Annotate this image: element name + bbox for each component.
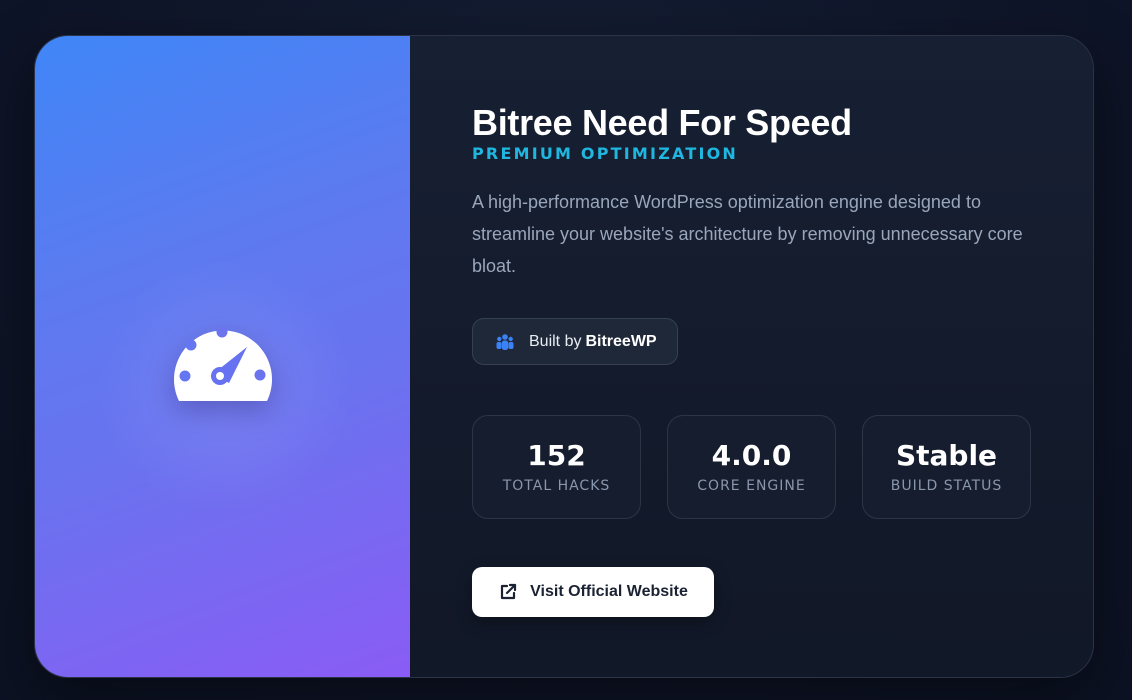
author-prefix: Built by [529,332,582,350]
stat-card-core-engine: 4.0.0 CORE ENGINE [667,415,836,519]
external-link-icon [498,582,518,602]
author-label: Built by BitreeWP [529,333,657,351]
author-name: BitreeWP [585,332,657,350]
stat-value: 4.0.0 [711,439,792,472]
product-title: Bitree Need For Speed [472,102,852,143]
product-subtitle: PREMIUM OPTIMIZATION [472,144,739,163]
stat-value: 152 [527,439,586,472]
stat-card-build-status: Stable BUILD STATUS [862,415,1031,519]
users-icon [495,332,515,352]
stat-value: Stable [895,439,998,472]
stat-label: TOTAL HACKS [502,478,611,494]
author-badge[interactable]: Built by BitreeWP [472,318,678,365]
stat-label: BUILD STATUS [890,478,1003,494]
product-card: Bitree Need For Speed PREMIUM OPTIMIZATI… [34,35,1094,678]
product-details: Bitree Need For Speed PREMIUM OPTIMIZATI… [410,36,1093,677]
stat-card-total-hacks: 152 TOTAL HACKS [472,415,641,519]
stat-label: CORE ENGINE [697,478,806,494]
visit-website-label: Visit Official Website [530,583,688,600]
stats-row: 152 TOTAL HACKS 4.0.0 CORE ENGINE Stable… [472,415,1093,519]
product-description: A high-performance WordPress optimizatio… [472,192,1023,276]
speedometer-icon [171,319,275,407]
hero-panel [35,36,410,677]
visit-website-button[interactable]: Visit Official Website [472,567,714,617]
